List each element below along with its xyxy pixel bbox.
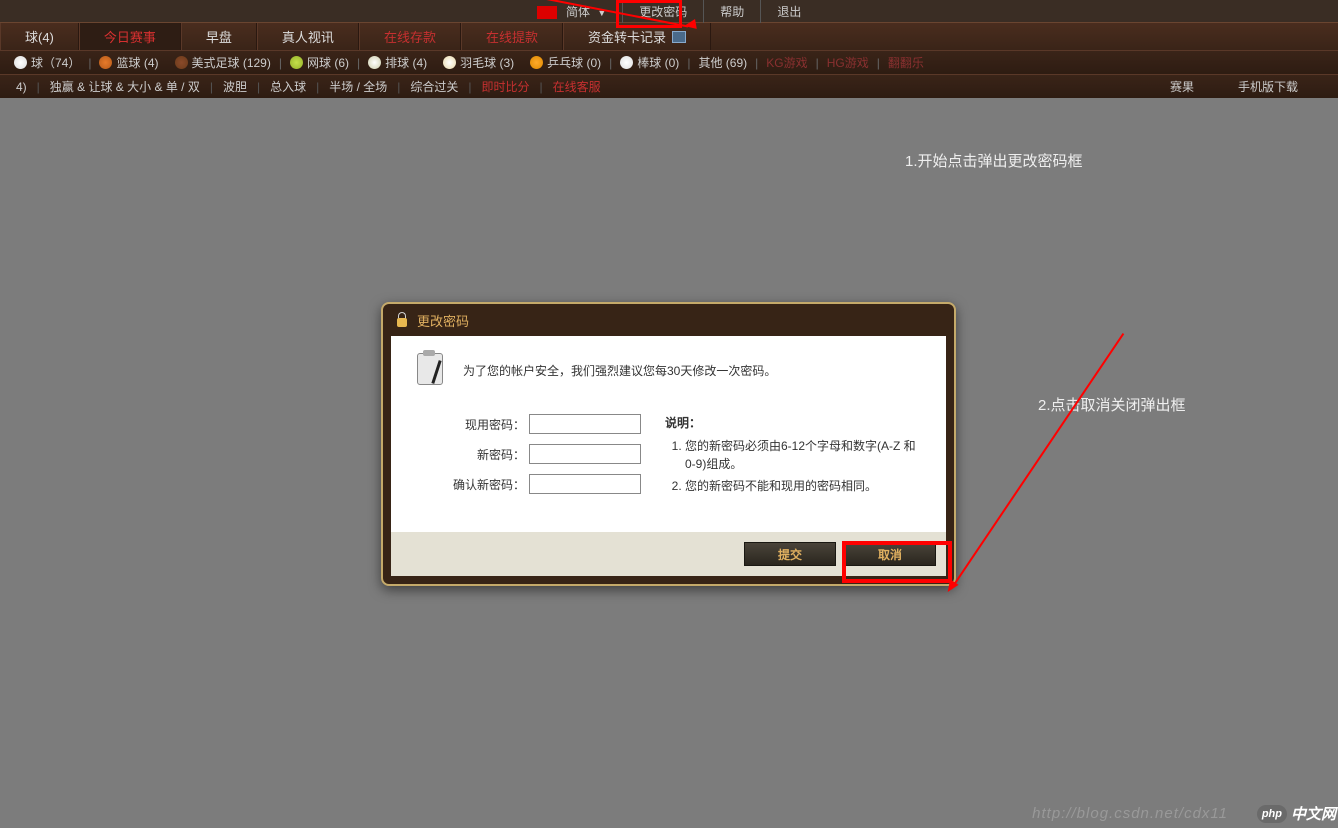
sport-item-basketball[interactable]: 篮球 (4) (91, 54, 166, 71)
sport-label: 羽毛球 (3) (460, 54, 514, 71)
sport-item-other[interactable]: 其他 (69) (690, 54, 755, 71)
sport-item-tennis[interactable]: 网球 (6) (282, 54, 357, 71)
bet-item-total[interactable]: 总入球 (260, 78, 316, 95)
bet-right-group: 赛果 手机版下载 (1160, 78, 1332, 95)
label-confirm-password: 确认新密码： (453, 476, 525, 493)
nav-tab-live[interactable]: 真人视讯 (257, 23, 359, 50)
logo-php-badge: php (1257, 805, 1287, 823)
sport-item-ball[interactable]: 球（74） (6, 54, 88, 71)
nav-tab-deposit[interactable]: 在线存款 (359, 23, 461, 50)
top-bar: 简体 ▼ 更改密码 帮助 退出 (0, 0, 1338, 22)
bet-item-result[interactable]: 赛果 (1160, 78, 1204, 95)
football-icon (175, 56, 188, 69)
basketball-icon (99, 56, 112, 69)
sport-label: 美式足球 (129) (192, 54, 271, 71)
baseball-icon (620, 56, 633, 69)
logo-cn-text: 中文网 (1291, 803, 1336, 824)
label-new-password: 新密码： (477, 446, 525, 463)
desc-item-2: 您的新密码不能和现用的密码相同。 (685, 477, 926, 495)
confirm-password-input[interactable] (529, 474, 641, 494)
window-icon (672, 31, 686, 43)
bet-item-first[interactable]: 4) (6, 80, 37, 94)
form-row-current: 现用密码： (411, 414, 641, 434)
new-password-input[interactable] (529, 444, 641, 464)
form-left: 现用密码： 新密码： 确认新密码： (411, 414, 641, 504)
sport-bar: 球（74） | 篮球 (4) 美式足球 (129) | 网球 (6) | 排球 … (0, 50, 1338, 74)
sport-item-kg[interactable]: KG游戏 (758, 54, 815, 71)
sport-label: 球（74） (31, 54, 80, 71)
sport-label: 排球 (4) (385, 54, 427, 71)
bet-item-main[interactable]: 独赢 & 让球 & 大小 & 单 / 双 (40, 78, 210, 95)
tip-row: 为了您的帐户安全，我们强烈建议您每30天修改一次密码。 (411, 350, 926, 390)
tip-text: 为了您的帐户安全，我们强烈建议您每30天修改一次密码。 (463, 362, 776, 379)
nav-tab-transfer-label: 资金转卡记录 (588, 27, 666, 46)
badminton-icon (443, 56, 456, 69)
cancel-button[interactable]: 取消 (844, 542, 936, 566)
sport-item-baseball[interactable]: 棒球 (0) (612, 54, 687, 71)
sport-label: 棒球 (0) (637, 54, 679, 71)
dialog-body: 为了您的帐户安全，我们强烈建议您每30天修改一次密码。 现用密码： 新密码： 确… (391, 336, 946, 532)
annotation-text-2: 2.点击取消关闭弹出框 (1038, 394, 1186, 415)
dialog-footer: 提交 取消 (391, 532, 946, 576)
current-password-input[interactable] (529, 414, 641, 434)
nav-tab-today[interactable]: 今日赛事 (79, 23, 181, 50)
tennis-icon (290, 56, 303, 69)
bet-item-mix[interactable]: 综合过关 (400, 78, 468, 95)
bet-item-half[interactable]: 半场 / 全场 (319, 78, 397, 95)
dialog-title-bar: 更改密码 (383, 304, 954, 336)
bet-item-live[interactable]: 即时比分 (472, 78, 540, 95)
form-description: 说明： 您的新密码必须由6-12个字母和数字(A-Z 和 0-9)组成。 您的新… (665, 414, 926, 504)
desc-title: 说明： (665, 414, 926, 431)
form-row-new: 新密码： (411, 444, 641, 464)
logout-link[interactable]: 退出 (761, 0, 817, 23)
sport-label: 乒乓球 (0) (547, 54, 601, 71)
bet-item-score[interactable]: 波胆 (213, 78, 257, 95)
submit-button[interactable]: 提交 (744, 542, 836, 566)
nav-tab-early[interactable]: 早盘 (181, 23, 257, 50)
nav-tab-withdraw[interactable]: 在线提款 (461, 23, 563, 50)
bet-item-service[interactable]: 在线客服 (543, 78, 611, 95)
main-area: 1.开始点击弹出更改密码框 2.点击取消关闭弹出框 更改密码 为了您的帐户安全，… (0, 98, 1338, 828)
label-current-password: 现用密码： (465, 416, 525, 433)
volleyball-icon (368, 56, 381, 69)
sport-item-football[interactable]: 美式足球 (129) (167, 54, 279, 71)
sport-item-badminton[interactable]: 羽毛球 (3) (435, 54, 522, 71)
nav-tab-ball[interactable]: 球(4) (0, 23, 79, 50)
footer-url: http://blog.csdn.net/cdx11 (1032, 805, 1228, 822)
sport-item-volleyball[interactable]: 排球 (4) (360, 54, 435, 71)
sport-item-flip[interactable]: 翻翻乐 (880, 54, 932, 71)
change-password-dialog: 更改密码 为了您的帐户安全，我们强烈建议您每30天修改一次密码。 现用密码： 新… (381, 302, 956, 586)
desc-list: 您的新密码必须由6-12个字母和数字(A-Z 和 0-9)组成。 您的新密码不能… (665, 437, 926, 495)
nav-bar: 球(4) 今日赛事 早盘 真人视讯 在线存款 在线提款 资金转卡记录 (0, 22, 1338, 50)
footer-logo: php 中文网 (1257, 803, 1336, 824)
lock-icon (395, 312, 409, 328)
help-link[interactable]: 帮助 (704, 0, 761, 23)
clipboard-icon (411, 350, 451, 390)
flag-icon (537, 6, 557, 19)
annotation-text-1: 1.开始点击弹出更改密码框 (905, 150, 1083, 171)
sport-item-pingpong[interactable]: 乒乓球 (0) (522, 54, 609, 71)
sport-item-hg[interactable]: HG游戏 (819, 54, 877, 71)
sport-label: 网球 (6) (307, 54, 349, 71)
arrow-line-2 (950, 333, 1123, 589)
pingpong-icon (530, 56, 543, 69)
bet-type-bar: 4) | 独赢 & 让球 & 大小 & 单 / 双 | 波胆 | 总入球 | 半… (0, 74, 1338, 98)
dialog-title-text: 更改密码 (417, 311, 469, 330)
arrow-head-1 (683, 19, 697, 31)
desc-item-1: 您的新密码必须由6-12个字母和数字(A-Z 和 0-9)组成。 (685, 437, 926, 473)
sport-label: 篮球 (4) (116, 54, 158, 71)
form-row-confirm: 确认新密码： (411, 474, 641, 494)
soccer-icon (14, 56, 27, 69)
bet-item-mobile[interactable]: 手机版下载 (1228, 78, 1308, 95)
form-area: 现用密码： 新密码： 确认新密码： 说明： 您的新密码必须由6 (411, 414, 926, 504)
